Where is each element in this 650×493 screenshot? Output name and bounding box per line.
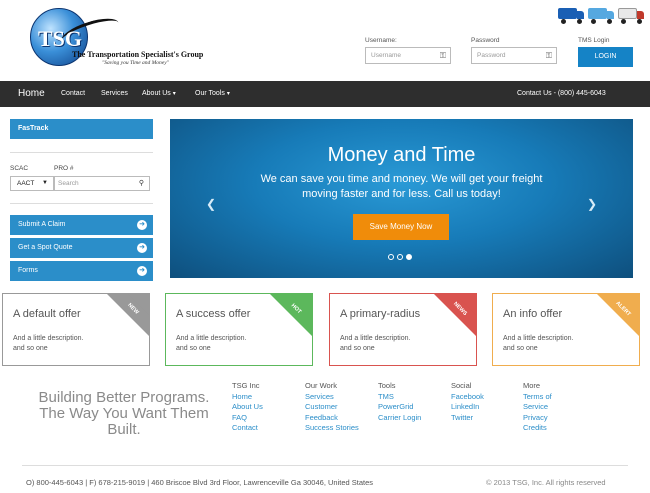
key-icon: ⚿	[545, 51, 552, 60]
nav-home[interactable]: Home	[18, 81, 45, 107]
footer-link-feedback[interactable]: Feedback	[305, 413, 359, 424]
password-label: Password	[471, 37, 500, 44]
footer-link-linkedin[interactable]: LinkedIn	[451, 402, 484, 413]
offer-card-primary[interactable]: NEWS A primary-radius And a little descr…	[329, 293, 477, 366]
dropdown-arrow-icon: ▼	[42, 180, 48, 186]
footer-col-heading: TSG Inc	[232, 381, 260, 390]
footer-link-service[interactable]: Service	[523, 402, 552, 413]
footer-col-tsg: TSG Inc Home About Us FAQ Contact	[232, 381, 263, 434]
footer-slogan: Building Better Programs. The Way You Wa…	[38, 389, 210, 438]
sidebar-divider	[10, 152, 153, 153]
scac-label: SCAC	[10, 165, 29, 172]
footer-col-tools: Tools TMS PowerGrid Carrier Login	[378, 381, 421, 423]
caret-down-icon: ▾	[172, 91, 176, 97]
password-input[interactable]: Password ⚿	[471, 47, 557, 64]
forms-button[interactable]: Forms ➜	[10, 261, 153, 281]
footer-copyright: © 2013 TSG, Inc. All rights reserved	[486, 478, 606, 487]
carousel-indicators	[388, 254, 412, 260]
footer-divider	[22, 465, 628, 466]
offer-description: And a little description. and so one	[176, 335, 247, 352]
offer-title: A success offer	[176, 308, 251, 320]
key-icon: ⚿	[439, 51, 446, 60]
offer-description: And a little description. and so one	[503, 335, 574, 352]
footer-link-facebook[interactable]: Facebook	[451, 392, 484, 403]
save-money-button[interactable]: Save Money Now	[353, 214, 449, 240]
search-icon: ⚲	[138, 180, 144, 187]
footer-link-success[interactable]: Success Stories	[305, 423, 359, 434]
footer-link-customer[interactable]: Customer	[305, 402, 359, 413]
carousel-dot-active[interactable]	[406, 254, 412, 260]
submit-claim-button[interactable]: Submit A Claim ➜	[10, 215, 153, 235]
carousel-subtitle: We can save you time and money. We will …	[260, 173, 543, 200]
arrow-right-icon: ➜	[137, 266, 147, 276]
offer-title: A primary-radius	[340, 308, 421, 320]
arrow-right-icon: ➜	[137, 243, 147, 253]
spot-quote-button[interactable]: Get a Spot Quote ➜	[10, 238, 153, 258]
offer-title: A default offer	[13, 308, 81, 320]
truck-blue-icon[interactable]	[558, 6, 584, 24]
offer-card-success[interactable]: HOT A success offer And a little descrip…	[165, 293, 313, 366]
footer-link-home[interactable]: Home	[232, 392, 263, 403]
pro-label: PRO #	[54, 165, 74, 172]
nav-contact-phone[interactable]: Contact Us - (800) 445-6043	[517, 81, 606, 107]
tms-login-group: TMS Login LOGIN	[578, 37, 633, 67]
scac-select[interactable]: AACT ▼	[10, 176, 54, 191]
logo-tsg-text: TSG	[38, 26, 83, 51]
offer-description: And a little description. and so one	[13, 335, 84, 352]
footer-col-work: Our Work Services Customer Feedback Succ…	[305, 381, 359, 434]
offer-description: And a little description. and so one	[340, 335, 411, 352]
footer-link-services[interactable]: Services	[305, 392, 359, 403]
hero-carousel: Money and Time We can save you time and …	[170, 119, 633, 278]
nav-services[interactable]: Services	[101, 81, 128, 107]
username-input[interactable]: Username ⚿	[365, 47, 451, 64]
offer-title: An info offer	[503, 308, 563, 320]
fastrack-header[interactable]: FasTrack	[10, 119, 153, 139]
carousel-dot[interactable]	[388, 254, 394, 260]
nav-contact[interactable]: Contact	[61, 81, 85, 107]
tms-login-label: TMS Login	[578, 37, 610, 44]
footer-link-powergrid[interactable]: PowerGrid	[378, 402, 421, 413]
caret-down-icon: ▾	[226, 91, 230, 97]
footer-col-heading: Tools	[378, 381, 396, 390]
footer-col-heading: More	[523, 381, 541, 390]
footer-link-twitter[interactable]: Twitter	[451, 413, 484, 424]
nav-our-tools[interactable]: Our Tools ▾	[195, 81, 230, 107]
footer-col-social: Social Facebook LinkedIn Twitter	[451, 381, 484, 423]
login-button[interactable]: LOGIN	[578, 47, 633, 67]
footer-link-about[interactable]: About Us	[232, 402, 263, 413]
sidebar-divider	[10, 203, 153, 204]
footer-link-faq[interactable]: FAQ	[232, 413, 263, 424]
pro-search-input[interactable]: Search ⚲	[54, 176, 150, 191]
carousel-next-icon[interactable]: ❯	[587, 197, 597, 211]
company-name: The Transportation Specialist's Group	[72, 50, 204, 59]
footer-link-privacy[interactable]: Privacy	[523, 413, 552, 424]
arrow-right-icon: ➜	[137, 220, 147, 230]
company-tagline: "Saving you Time and Money"	[102, 60, 169, 66]
carousel-dot[interactable]	[397, 254, 403, 260]
footer-link-contact[interactable]: Contact	[232, 423, 263, 434]
username-label: Username:	[365, 37, 397, 44]
footer-link-credits[interactable]: Credits	[523, 423, 552, 434]
carousel-title: Money and Time	[327, 144, 476, 166]
footer-contact-line: O) 800-445-6043 | F) 678-215-9019 | 460 …	[26, 478, 374, 487]
main-navbar: Home Contact Services About Us ▾ Our Tool…	[0, 81, 650, 107]
offer-card-info[interactable]: ALERT An info offer And a little descrip…	[492, 293, 640, 366]
footer-col-heading: Our Work	[305, 381, 337, 390]
truck-icon-group	[558, 6, 644, 24]
truck-lightblue-icon[interactable]	[588, 6, 614, 24]
footer-link-carrier-login[interactable]: Carrier Login	[378, 413, 421, 424]
company-logo[interactable]: TSG The Transportation Specialist's Grou…	[30, 8, 205, 70]
offer-card-default[interactable]: NEW A default offer And a little descrip…	[2, 293, 150, 366]
footer-link-tms[interactable]: TMS	[378, 392, 421, 403]
truck-white-icon[interactable]	[618, 6, 644, 24]
footer-col-more: More Terms of Service Privacy Credits	[523, 381, 552, 434]
footer-link-terms[interactable]: Terms of	[523, 392, 552, 403]
footer-col-heading: Social	[451, 381, 472, 390]
nav-about-us[interactable]: About Us ▾	[142, 81, 176, 107]
carousel-prev-icon[interactable]: ❮	[206, 197, 216, 211]
password-group: Password Password ⚿	[471, 37, 557, 64]
username-group: Username: Username ⚿	[365, 37, 451, 64]
